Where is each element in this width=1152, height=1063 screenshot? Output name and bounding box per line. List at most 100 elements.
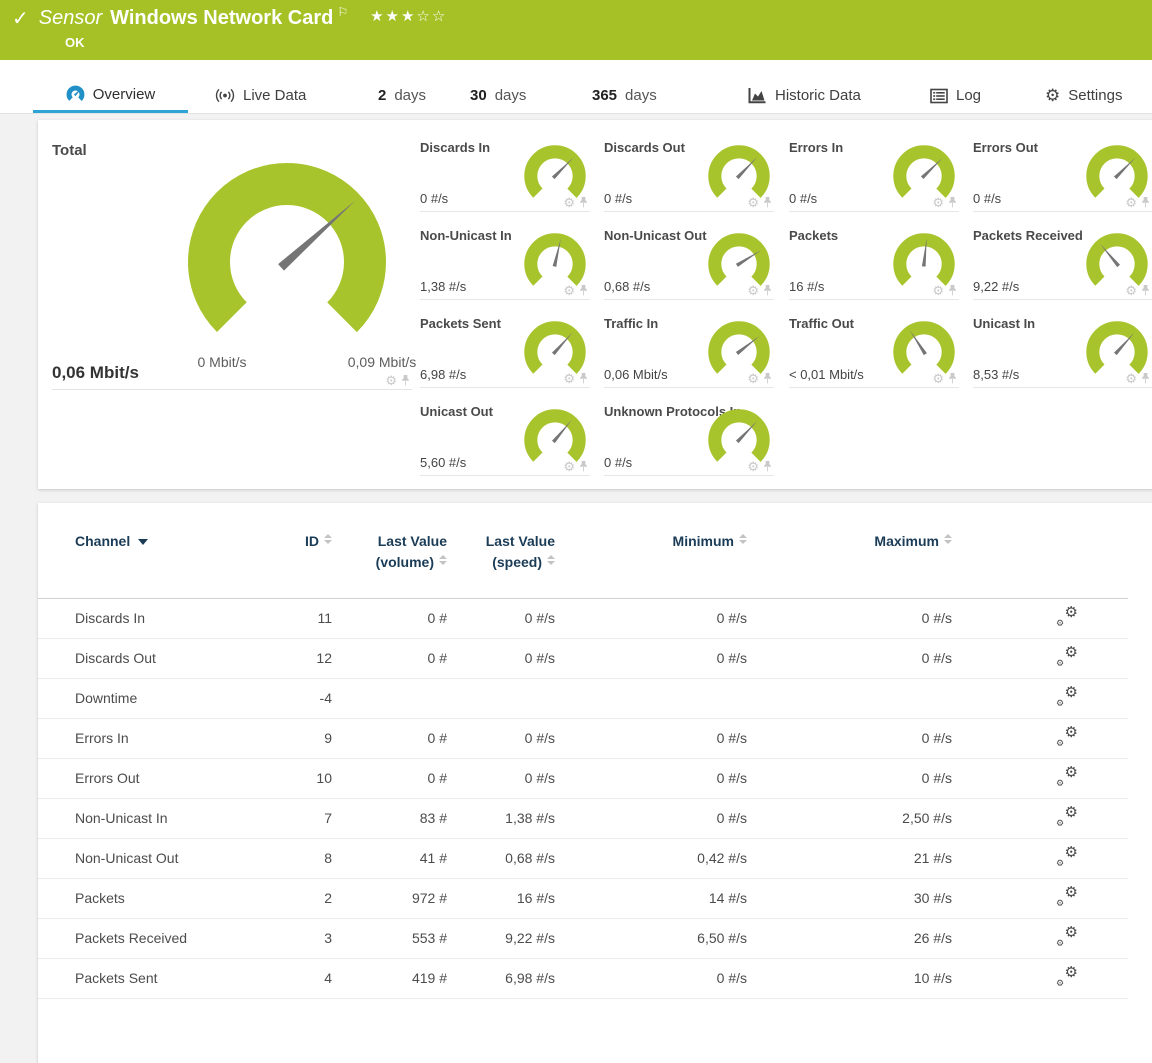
gear-icon[interactable]: ⚙ (747, 196, 759, 209)
pin-icon[interactable] (578, 284, 589, 297)
channel-settings-gears-icon[interactable]: ⚙⚙ (1056, 727, 1078, 747)
mini-gauge-errors-out[interactable]: Errors Out 0 #/s ⚙ (973, 135, 1152, 212)
tab-historic-data[interactable]: Historic Data (748, 87, 861, 113)
cell-actions: ⚙⚙ (952, 758, 1128, 798)
mini-gauge-unicast-out[interactable]: Unicast Out 5,60 #/s ⚙ (420, 399, 590, 476)
tab-label: days (495, 87, 527, 104)
cell-actions: ⚙⚙ (952, 798, 1128, 838)
table-row[interactable]: Packets Received 3 553 # 9,22 #/s 6,50 #… (38, 918, 1128, 958)
channel-settings-gears-icon[interactable]: ⚙⚙ (1056, 847, 1078, 867)
table-row[interactable]: Packets 2 972 # 16 #/s 14 #/s 30 #/s ⚙⚙ (38, 878, 1128, 918)
table-row[interactable]: Downtime -4 ⚙⚙ (38, 678, 1128, 718)
cell-last-value-volume: 83 # (332, 798, 447, 838)
column-header-channel[interactable]: Channel (38, 503, 258, 598)
column-header-minimum[interactable]: Minimum (555, 503, 747, 598)
gear-icon[interactable]: ⚙ (932, 284, 944, 297)
column-header-maximum[interactable]: Maximum (747, 503, 952, 598)
gear-icon[interactable]: ⚙ (747, 372, 759, 385)
channel-settings-gears-icon[interactable]: ⚙⚙ (1056, 767, 1078, 787)
column-header-id[interactable]: ID (258, 503, 332, 598)
cell-minimum: 6,50 #/s (555, 918, 747, 958)
pin-icon[interactable] (1140, 372, 1151, 385)
gear-icon[interactable]: ⚙ (932, 372, 944, 385)
mini-gauge-non-unicast-in[interactable]: Non-Unicast In 1,38 #/s ⚙ (420, 223, 590, 300)
cell-minimum: 0 #/s (555, 758, 747, 798)
mini-gauge-discards-in[interactable]: Discards In 0 #/s ⚙ (420, 135, 590, 212)
pin-icon[interactable] (1140, 196, 1151, 209)
tab-live-data[interactable]: Live Data (215, 87, 306, 113)
total-gauge[interactable]: Total 0 Mbit/s 0,09 Mbit/s 0,06 Mbit/s ⚙ (52, 135, 412, 390)
pin-icon[interactable] (578, 372, 589, 385)
mini-gauge-traffic-in[interactable]: Traffic In 0,06 Mbit/s ⚙ (604, 311, 774, 388)
priority-stars[interactable]: ★★★☆☆ (370, 7, 447, 25)
gear-icon[interactable]: ⚙ (563, 372, 575, 385)
pin-icon[interactable] (947, 196, 958, 209)
pin-icon[interactable] (947, 372, 958, 385)
log-list-icon (930, 88, 948, 104)
table-row[interactable]: Discards Out 12 0 # 0 #/s 0 #/s 0 #/s ⚙⚙ (38, 638, 1128, 678)
pin-icon[interactable] (578, 460, 589, 473)
table-row[interactable]: Non-Unicast In 7 83 # 1,38 #/s 0 #/s 2,5… (38, 798, 1128, 838)
tab-30-days[interactable]: 30 days (470, 87, 526, 113)
channel-settings-gears-icon[interactable]: ⚙⚙ (1056, 607, 1078, 627)
pin-icon[interactable] (762, 372, 773, 385)
gauge-value: < 0,01 Mbit/s (789, 367, 864, 382)
gauge-dial (187, 162, 387, 362)
mini-gauge-errors-in[interactable]: Errors In 0 #/s ⚙ (789, 135, 959, 212)
gear-icon[interactable]: ⚙ (1125, 284, 1137, 297)
mini-gauge-packets-sent[interactable]: Packets Sent 6,98 #/s ⚙ (420, 311, 590, 388)
gear-icon[interactable]: ⚙ (1125, 372, 1137, 385)
mini-gauge-packets[interactable]: Packets 16 #/s ⚙ (789, 223, 959, 300)
pin-icon[interactable] (400, 374, 411, 387)
column-header-last-value-speed[interactable]: Last Value (speed) (447, 503, 555, 598)
gear-icon[interactable]: ⚙ (385, 374, 397, 387)
gauge-title: Non-Unicast In (420, 228, 512, 243)
channel-settings-gears-icon[interactable]: ⚙⚙ (1056, 887, 1078, 907)
mini-gauge-unknown-protocols-in[interactable]: Unknown Protocols In 0 #/s ⚙ (604, 399, 774, 476)
table-row[interactable]: Discards In 11 0 # 0 #/s 0 #/s 0 #/s ⚙⚙ (38, 598, 1128, 638)
gear-icon[interactable]: ⚙ (747, 284, 759, 297)
tab-settings[interactable]: ⚙ Settings (1045, 87, 1122, 113)
gear-icon[interactable]: ⚙ (563, 460, 575, 473)
tab-365-days[interactable]: 365 days (592, 87, 657, 113)
cell-last-value-volume: 419 # (332, 958, 447, 998)
channel-settings-gears-icon[interactable]: ⚙⚙ (1056, 687, 1078, 707)
channel-settings-gears-icon[interactable]: ⚙⚙ (1056, 807, 1078, 827)
table-row[interactable]: Errors In 9 0 # 0 #/s 0 #/s 0 #/s ⚙⚙ (38, 718, 1128, 758)
mini-gauge-unicast-in[interactable]: Unicast In 8,53 #/s ⚙ (973, 311, 1152, 388)
tab-log[interactable]: Log (930, 87, 981, 113)
pin-icon[interactable] (762, 196, 773, 209)
column-header-last-value-volume[interactable]: Last Value (volume) (332, 503, 447, 598)
table-row[interactable]: Non-Unicast Out 8 41 # 0,68 #/s 0,42 #/s… (38, 838, 1128, 878)
tab-overview[interactable]: Overview (33, 85, 188, 113)
cell-maximum: 21 #/s (747, 838, 952, 878)
mini-gauge-discards-out[interactable]: Discards Out 0 #/s ⚙ (604, 135, 774, 212)
gauge-title: Unicast In (973, 316, 1035, 331)
gauge-value: 5,60 #/s (420, 455, 466, 470)
gauge-title: Unicast Out (420, 404, 493, 419)
gear-icon[interactable]: ⚙ (563, 196, 575, 209)
pin-icon[interactable] (1140, 284, 1151, 297)
mini-gauge-non-unicast-out[interactable]: Non-Unicast Out 0,68 #/s ⚙ (604, 223, 774, 300)
pin-icon[interactable] (762, 284, 773, 297)
channel-settings-gears-icon[interactable]: ⚙⚙ (1056, 927, 1078, 947)
gear-icon[interactable]: ⚙ (1125, 196, 1137, 209)
channel-table: Channel ID Last Value (volume) Last Valu… (38, 503, 1128, 999)
table-row[interactable]: Packets Sent 4 419 # 6,98 #/s 0 #/s 10 #… (38, 958, 1128, 998)
tab-label: days (394, 87, 426, 104)
gear-icon[interactable]: ⚙ (747, 460, 759, 473)
pin-icon[interactable] (578, 196, 589, 209)
pin-icon[interactable] (947, 284, 958, 297)
sort-icon (944, 534, 952, 544)
mini-gauge-packets-received[interactable]: Packets Received 9,22 #/s ⚙ (973, 223, 1152, 300)
gear-icon[interactable]: ⚙ (932, 196, 944, 209)
channel-settings-gears-icon[interactable]: ⚙⚙ (1056, 647, 1078, 667)
table-row[interactable]: Errors Out 10 0 # 0 #/s 0 #/s 0 #/s ⚙⚙ (38, 758, 1128, 798)
pin-icon[interactable] (762, 460, 773, 473)
mini-gauge-traffic-out[interactable]: Traffic Out < 0,01 Mbit/s ⚙ (789, 311, 959, 388)
cell-channel: Errors In (38, 718, 258, 758)
channel-settings-gears-icon[interactable]: ⚙⚙ (1056, 967, 1078, 987)
gear-icon[interactable]: ⚙ (563, 284, 575, 297)
tab-2-days[interactable]: 2 days (378, 87, 426, 113)
priority-flag-icon[interactable]: ⚐ (337, 5, 348, 19)
